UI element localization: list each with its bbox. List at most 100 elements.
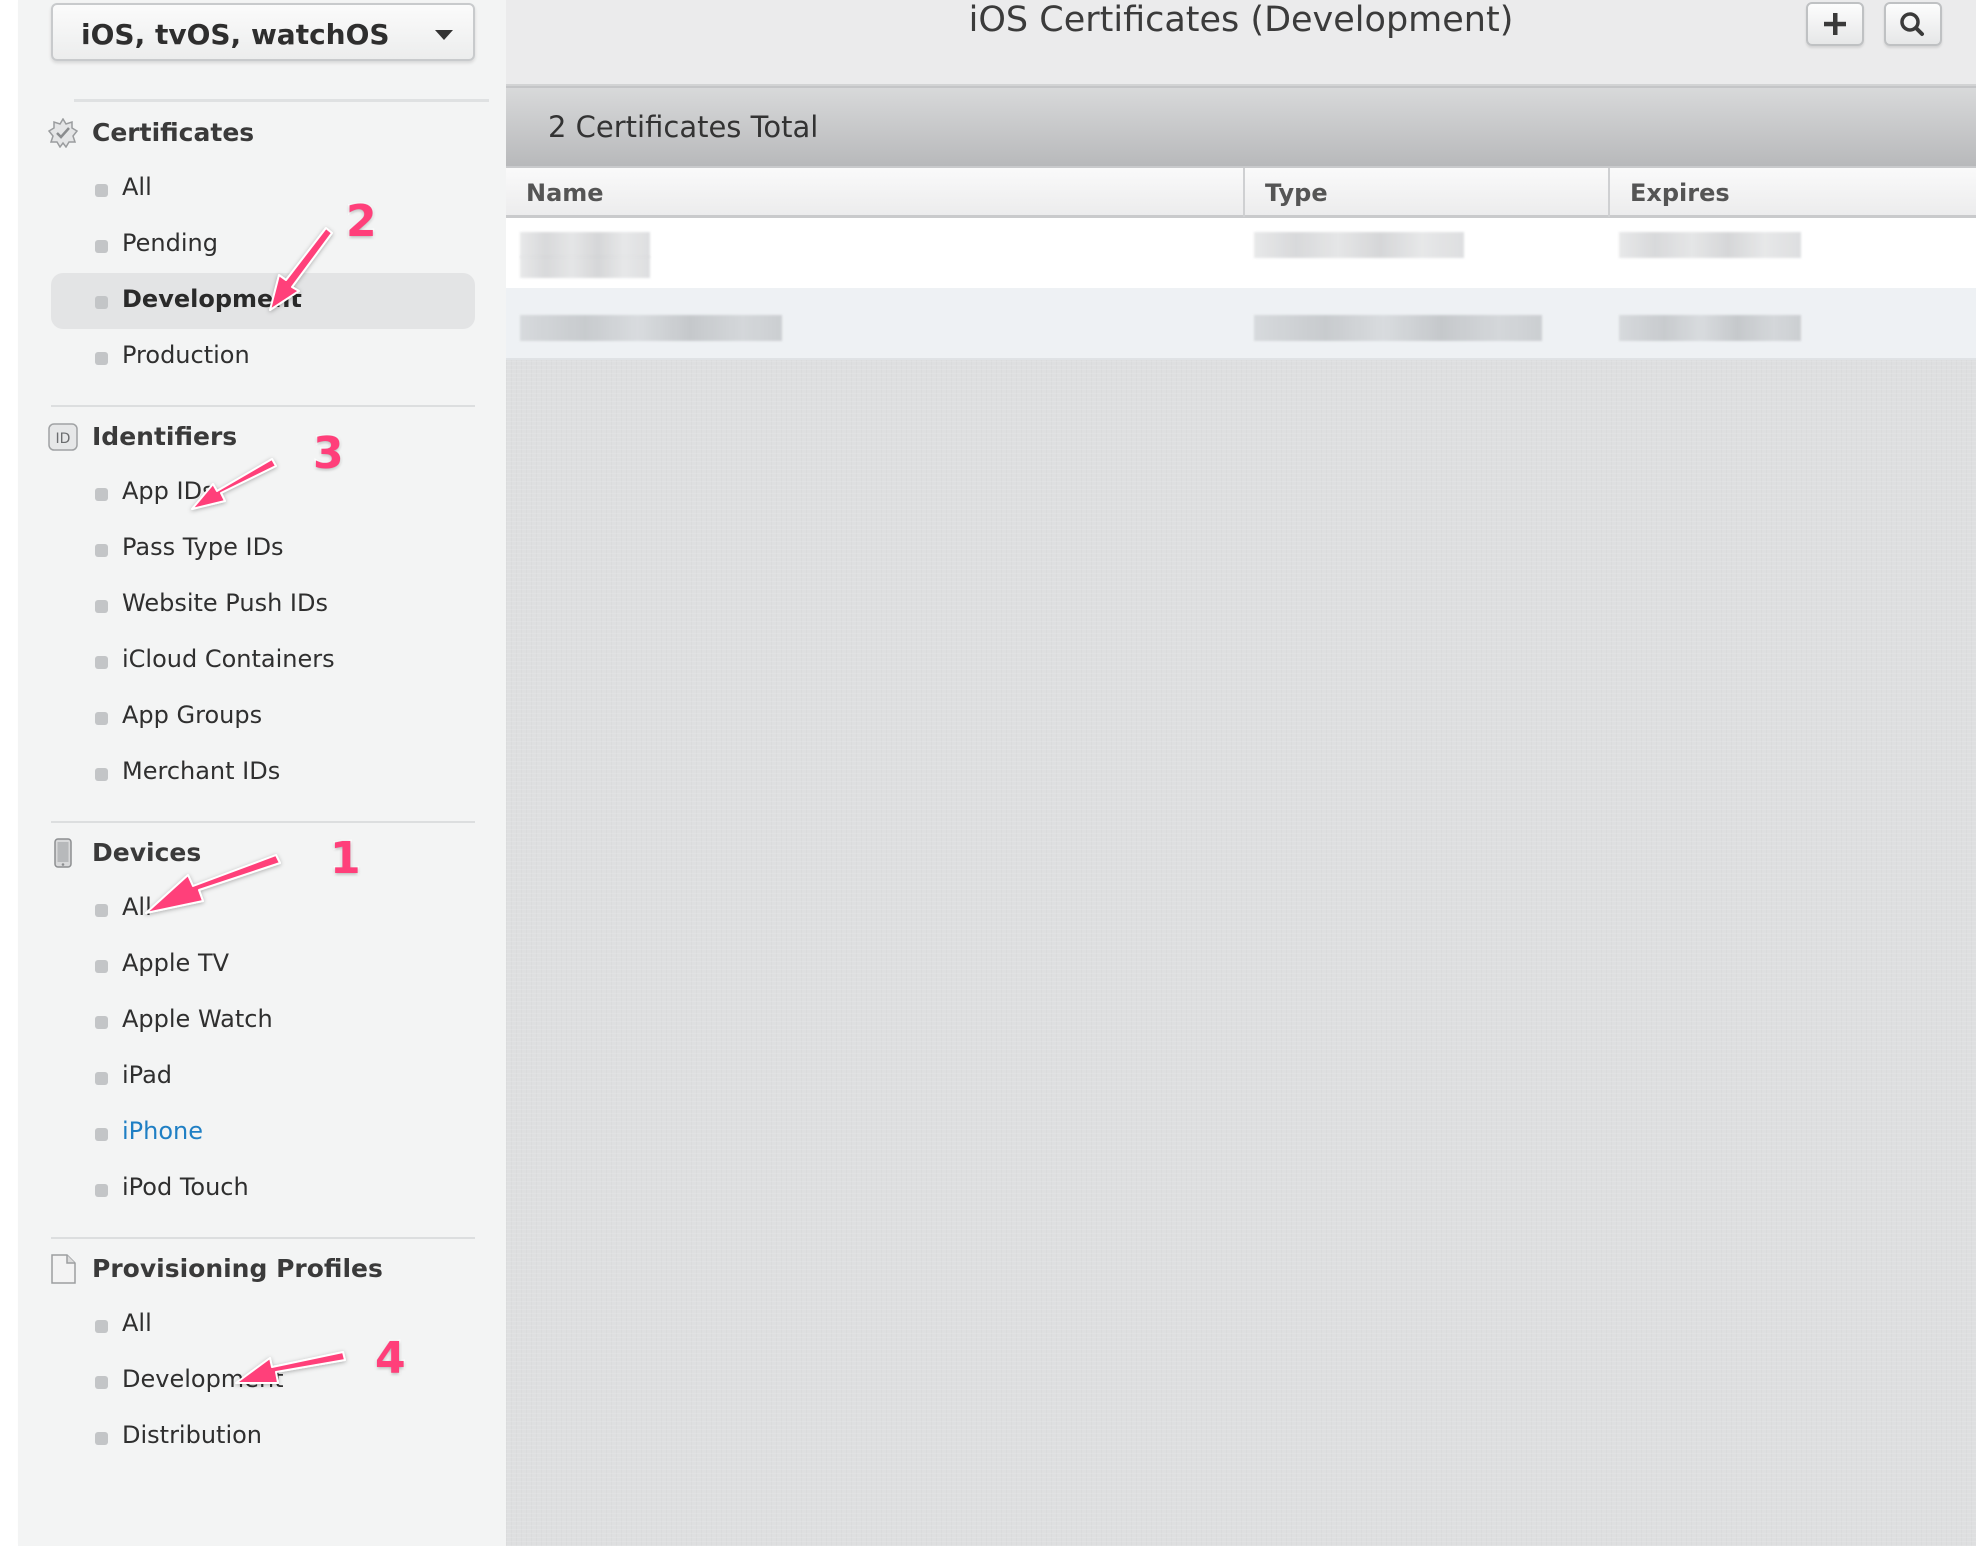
annotation-label-1: 1 xyxy=(329,832,363,886)
redacted-expires xyxy=(1619,232,1801,258)
sidebar-item-ipod-touch[interactable]: iPod Touch xyxy=(51,1161,475,1217)
sidebar-item-profiles-development[interactable]: Development xyxy=(51,1353,475,1409)
bullet xyxy=(95,1016,108,1029)
sidebar-item-label: Merchant IDs xyxy=(122,757,281,785)
section-title: Devices xyxy=(92,838,202,867)
bullet xyxy=(95,1376,108,1389)
sidebar-item-label: Pending xyxy=(122,229,218,257)
table-header: Name Type Expires xyxy=(506,166,1976,218)
bullet xyxy=(95,768,108,781)
document-icon xyxy=(48,1254,78,1284)
count-bar: 2 Certificates Total xyxy=(506,86,1976,168)
sidebar-item-certificates-production[interactable]: Production xyxy=(51,329,475,385)
sidebar: iOS, tvOS, watchOS Certificates All Pend… xyxy=(18,0,508,1546)
redacted-type xyxy=(1254,315,1542,341)
column-label: Name xyxy=(526,179,604,207)
redacted-name xyxy=(520,232,650,258)
certificate-icon xyxy=(47,117,79,149)
sidebar-item-label: Website Push IDs xyxy=(122,589,328,617)
search-button[interactable] xyxy=(1884,2,1942,46)
sidebar-item-label: Pass Type IDs xyxy=(122,533,284,561)
column-header-expires[interactable]: Expires xyxy=(1610,168,1976,217)
sidebar-item-devices-all[interactable]: All xyxy=(51,881,475,937)
sidebar-item-icloud-containers[interactable]: iCloud Containers xyxy=(51,633,475,689)
bullet xyxy=(95,1320,108,1333)
sidebar-item-label: iCloud Containers xyxy=(122,645,335,673)
bullet xyxy=(95,240,108,253)
sidebar-item-iphone[interactable]: iPhone xyxy=(51,1105,475,1161)
annotation-label-2: 2 xyxy=(345,195,379,249)
bullet xyxy=(95,712,108,725)
section-divider xyxy=(51,1237,475,1239)
annotation-label-3: 3 xyxy=(312,427,346,481)
sidebar-item-label: iPod Touch xyxy=(122,1173,249,1201)
sidebar-item-website-push-ids[interactable]: Website Push IDs xyxy=(51,577,475,633)
sidebar-item-label: All xyxy=(122,893,152,921)
bullet xyxy=(95,1072,108,1085)
device-icon xyxy=(48,838,78,868)
bullet xyxy=(95,184,108,197)
section-divider xyxy=(51,405,475,407)
chevron-down-icon xyxy=(435,30,453,40)
sidebar-item-label: Distribution xyxy=(122,1421,263,1449)
plus-icon xyxy=(1824,13,1846,35)
sidebar-item-certificates-all[interactable]: All xyxy=(51,161,475,217)
sidebar-item-label: App Groups xyxy=(122,701,263,729)
bullet xyxy=(95,656,108,669)
sidebar-item-certificates-pending[interactable]: Pending xyxy=(51,217,475,273)
table-row[interactable] xyxy=(506,218,1976,288)
sidebar-item-merchant-ids[interactable]: Merchant IDs xyxy=(51,745,475,801)
sidebar-item-profiles-distribution[interactable]: Distribution xyxy=(51,1409,475,1465)
developer-portal-page: iOS, tvOS, watchOS Certificates All Pend… xyxy=(0,0,1986,1546)
redacted-name xyxy=(520,315,782,341)
svg-text:ID: ID xyxy=(56,431,71,447)
sidebar-item-apple-tv[interactable]: Apple TV xyxy=(51,937,475,993)
sidebar-item-ipad[interactable]: iPad xyxy=(51,1049,475,1105)
sidebar-item-label: Apple Watch xyxy=(122,1005,273,1033)
column-label: Expires xyxy=(1630,179,1730,207)
page-title: iOS Certificates (Development) xyxy=(968,0,1514,40)
section-title: Identifiers xyxy=(92,422,238,451)
section-divider xyxy=(51,821,475,823)
certificates-count: 2 Certificates Total xyxy=(548,110,819,144)
sidebar-item-label: Production xyxy=(122,341,250,369)
sidebar-item-label: All xyxy=(122,173,152,201)
sidebar-item-label: iPhone xyxy=(122,1117,204,1145)
column-label: Type xyxy=(1265,179,1328,207)
bullet xyxy=(95,1184,108,1197)
id-icon: ID xyxy=(48,422,78,452)
section-title: Provisioning Profiles xyxy=(92,1254,383,1283)
column-header-name[interactable]: Name xyxy=(506,168,1245,217)
table-row[interactable] xyxy=(506,288,1976,360)
sidebar-item-label: Development xyxy=(122,1365,284,1393)
main-header: iOS Certificates (Development) xyxy=(506,0,1976,86)
sidebar-item-app-ids[interactable]: App IDs xyxy=(51,465,475,521)
platform-select-label: iOS, tvOS, watchOS xyxy=(81,18,390,51)
sidebar-item-pass-type-ids[interactable]: Pass Type IDs xyxy=(51,521,475,577)
column-header-type[interactable]: Type xyxy=(1245,168,1610,217)
sidebar-item-label: iPad xyxy=(122,1061,173,1089)
main-content: iOS Certificates (Development) 2 Certifi… xyxy=(506,0,1976,1546)
section-title: Certificates xyxy=(92,118,255,147)
add-button[interactable] xyxy=(1806,2,1864,46)
sidebar-item-label: All xyxy=(122,1309,152,1337)
sidebar-divider xyxy=(74,99,489,102)
bullet xyxy=(95,1128,108,1141)
platform-select[interactable]: iOS, tvOS, watchOS xyxy=(51,3,475,61)
sidebar-item-profiles-all[interactable]: All xyxy=(51,1297,475,1353)
annotation-label-4: 4 xyxy=(374,1332,408,1386)
bullet xyxy=(95,296,108,309)
bullet xyxy=(95,960,108,973)
search-icon xyxy=(1900,12,1924,36)
sidebar-item-app-groups[interactable]: App Groups xyxy=(51,689,475,745)
sidebar-item-apple-watch[interactable]: Apple Watch xyxy=(51,993,475,1049)
redacted-name xyxy=(520,256,650,278)
sidebar-item-label: Apple TV xyxy=(122,949,230,977)
bullet xyxy=(95,488,108,501)
bullet xyxy=(95,600,108,613)
bullet xyxy=(95,904,108,917)
bullet xyxy=(95,352,108,365)
redacted-type xyxy=(1254,232,1464,258)
sidebar-item-certificates-development[interactable]: Development xyxy=(51,273,475,329)
sidebar-item-label: Development xyxy=(122,285,302,313)
